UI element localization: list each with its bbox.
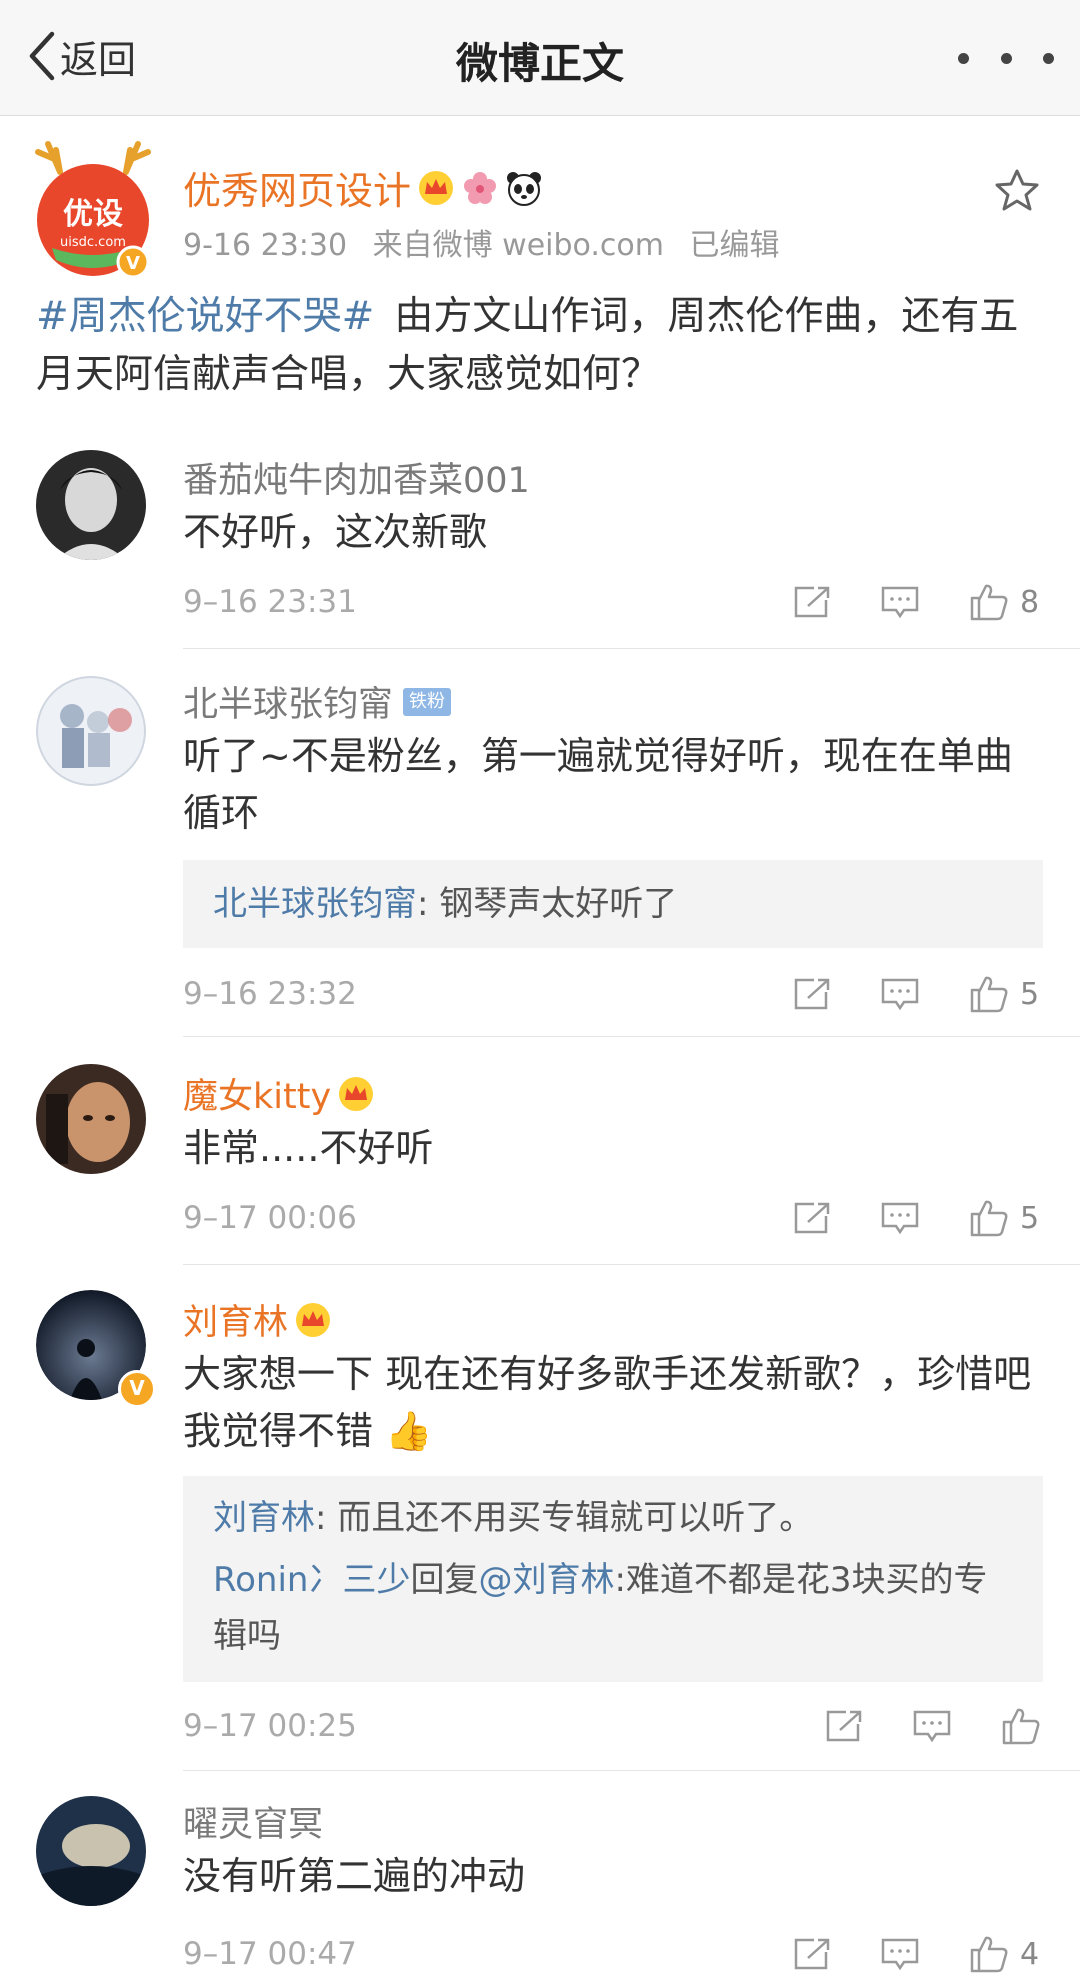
topic-link[interactable]: #周杰伦说好不哭# xyxy=(36,294,374,339)
crown-icon xyxy=(419,170,454,205)
share-icon[interactable] xyxy=(792,1936,832,1972)
like-count: 4 xyxy=(1020,1936,1040,1972)
comment-user[interactable]: 刘育林 xyxy=(183,1294,332,1345)
author-name[interactable]: 优秀网页设计 xyxy=(183,160,411,215)
reply-user[interactable]: 刘育林 xyxy=(213,1498,315,1538)
reply-mention[interactable]: @刘育林 xyxy=(478,1560,614,1600)
more-dot xyxy=(958,52,969,64)
divider xyxy=(183,1036,1080,1037)
crown-icon xyxy=(296,1302,331,1337)
svg-text:V: V xyxy=(126,253,140,274)
flower-icon xyxy=(464,171,497,204)
comment-icon[interactable] xyxy=(880,584,920,620)
share-icon[interactable] xyxy=(792,584,832,620)
star-icon[interactable] xyxy=(994,168,1040,212)
like-icon xyxy=(970,1936,1008,1973)
avatar[interactable] xyxy=(36,1796,146,1906)
crown-icon xyxy=(339,1076,374,1111)
comment-actions: 4 xyxy=(792,1934,1039,1974)
post-body: #周杰伦说好不哭# 由方文山作词，周杰伦作曲，还有五月天阿信献声合唱，大家感觉如何… xyxy=(36,288,1046,404)
author-avatar[interactable]: 优设 uisdc.com V xyxy=(30,136,156,282)
comment-icon[interactable] xyxy=(912,1708,952,1744)
like-icon xyxy=(970,976,1008,1013)
divider xyxy=(183,648,1080,649)
more-icon[interactable] xyxy=(958,38,1054,78)
reply-user[interactable]: Ronin冫三少 xyxy=(213,1560,410,1600)
like-button[interactable]: 8 xyxy=(968,582,1039,622)
comment-user[interactable]: 北半球张钧甯 铁粉 xyxy=(183,676,452,727)
svg-text:uisdc.com: uisdc.com xyxy=(60,235,126,250)
share-icon[interactable] xyxy=(792,1200,832,1236)
comment-time: 9–17 00:47 xyxy=(183,1936,357,1972)
comment-actions: 5 xyxy=(792,974,1039,1014)
avatar[interactable] xyxy=(36,1064,146,1174)
like-icon xyxy=(1002,1708,1040,1745)
divider xyxy=(183,1264,1080,1265)
comment-time: 9–16 23:32 xyxy=(183,976,357,1012)
reply-text: 而且还不用买专辑就可以听了。 xyxy=(337,1498,814,1538)
reply-text: 钢琴声太好听了 xyxy=(439,884,678,924)
comment-icon[interactable] xyxy=(880,976,920,1012)
reply-line: 北半球张钧甯: 钢琴声太好听了 xyxy=(213,884,678,924)
comment-text: 非常.....不好听 xyxy=(183,1126,434,1170)
post-source: 来自微博 weibo.com xyxy=(372,228,664,263)
reply-user[interactable]: 北半球张钧甯 xyxy=(213,884,417,924)
comment-actions xyxy=(824,1706,1052,1746)
post-edited: 已编辑 xyxy=(689,228,780,263)
like-button[interactable]: 5 xyxy=(968,1198,1039,1238)
comment-time: 9–17 00:06 xyxy=(183,1200,357,1236)
more-dot xyxy=(1000,52,1012,64)
comment-user[interactable]: 曜灵窅冥 xyxy=(183,1796,323,1847)
panda-icon xyxy=(507,171,542,206)
like-count: 8 xyxy=(1020,584,1040,620)
comment-time: 9–16 23:31 xyxy=(183,584,357,620)
comment-user[interactable]: 番茄炖牛肉加香菜001 xyxy=(183,452,530,503)
divider xyxy=(183,1770,1080,1771)
fan-badge: 铁粉 xyxy=(403,687,452,716)
comment-time: 9–17 00:25 xyxy=(183,1708,357,1744)
comment-icon[interactable] xyxy=(880,1200,920,1236)
comment-user[interactable]: 魔女kitty xyxy=(183,1068,375,1119)
post-meta: 9-16 23:30 来自微博 weibo.com 已编辑 xyxy=(183,220,796,264)
avatar[interactable]: V xyxy=(36,1290,156,1408)
verified-badge: V xyxy=(118,1370,156,1408)
reply-box[interactable]: 刘育林: 而且还不用买专辑就可以听了。 Ronin冫三少回复@刘育林:难道不都是… xyxy=(183,1476,1043,1682)
share-icon[interactable] xyxy=(824,1708,864,1744)
like-count: 5 xyxy=(1020,1200,1040,1236)
like-icon xyxy=(970,584,1008,621)
comment-actions: 5 xyxy=(792,1198,1039,1238)
comment-icon[interactable] xyxy=(880,1936,920,1972)
comment-text: 大家想一下 现在还有好多歌手还发新歌？，珍惜吧 我觉得不错 👍 xyxy=(183,1352,1032,1453)
post-time: 9-16 23:30 xyxy=(183,228,348,263)
avatar[interactable] xyxy=(36,450,146,560)
uisdc-logo: 优设 uisdc.com V xyxy=(35,141,151,279)
like-button[interactable]: 4 xyxy=(968,1934,1039,1974)
like-button[interactable]: 5 xyxy=(968,974,1039,1014)
comment-text: 听了~不是粉丝，第一遍就觉得好听，现在在单曲循环 xyxy=(183,734,1013,835)
avatar[interactable] xyxy=(36,676,146,786)
svg-text:优设: 优设 xyxy=(63,197,123,232)
comment-text: 不好听，这次新歌 xyxy=(183,510,488,554)
like-button[interactable] xyxy=(1000,1706,1052,1746)
like-count: 5 xyxy=(1020,976,1040,1012)
nav-bar: 返回 微博正文 xyxy=(0,0,1080,116)
comment-actions: 8 xyxy=(792,582,1039,622)
more-dot xyxy=(1043,52,1054,64)
reply-line: Ronin冫三少回复@刘育林:难道不都是花3块买的专辑吗 xyxy=(213,1560,988,1656)
like-icon xyxy=(970,1200,1008,1237)
reply-box[interactable]: 北半球张钧甯: 钢琴声太好听了 xyxy=(183,860,1043,948)
comment-text: 没有听第二遍的冲动 xyxy=(183,1854,526,1898)
reply-line: 刘育林: 而且还不用买专辑就可以听了。 xyxy=(213,1498,814,1538)
share-icon[interactable] xyxy=(792,976,832,1012)
author-name-row: 优秀网页设计 xyxy=(183,160,543,215)
page-title: 微博正文 xyxy=(455,39,624,88)
